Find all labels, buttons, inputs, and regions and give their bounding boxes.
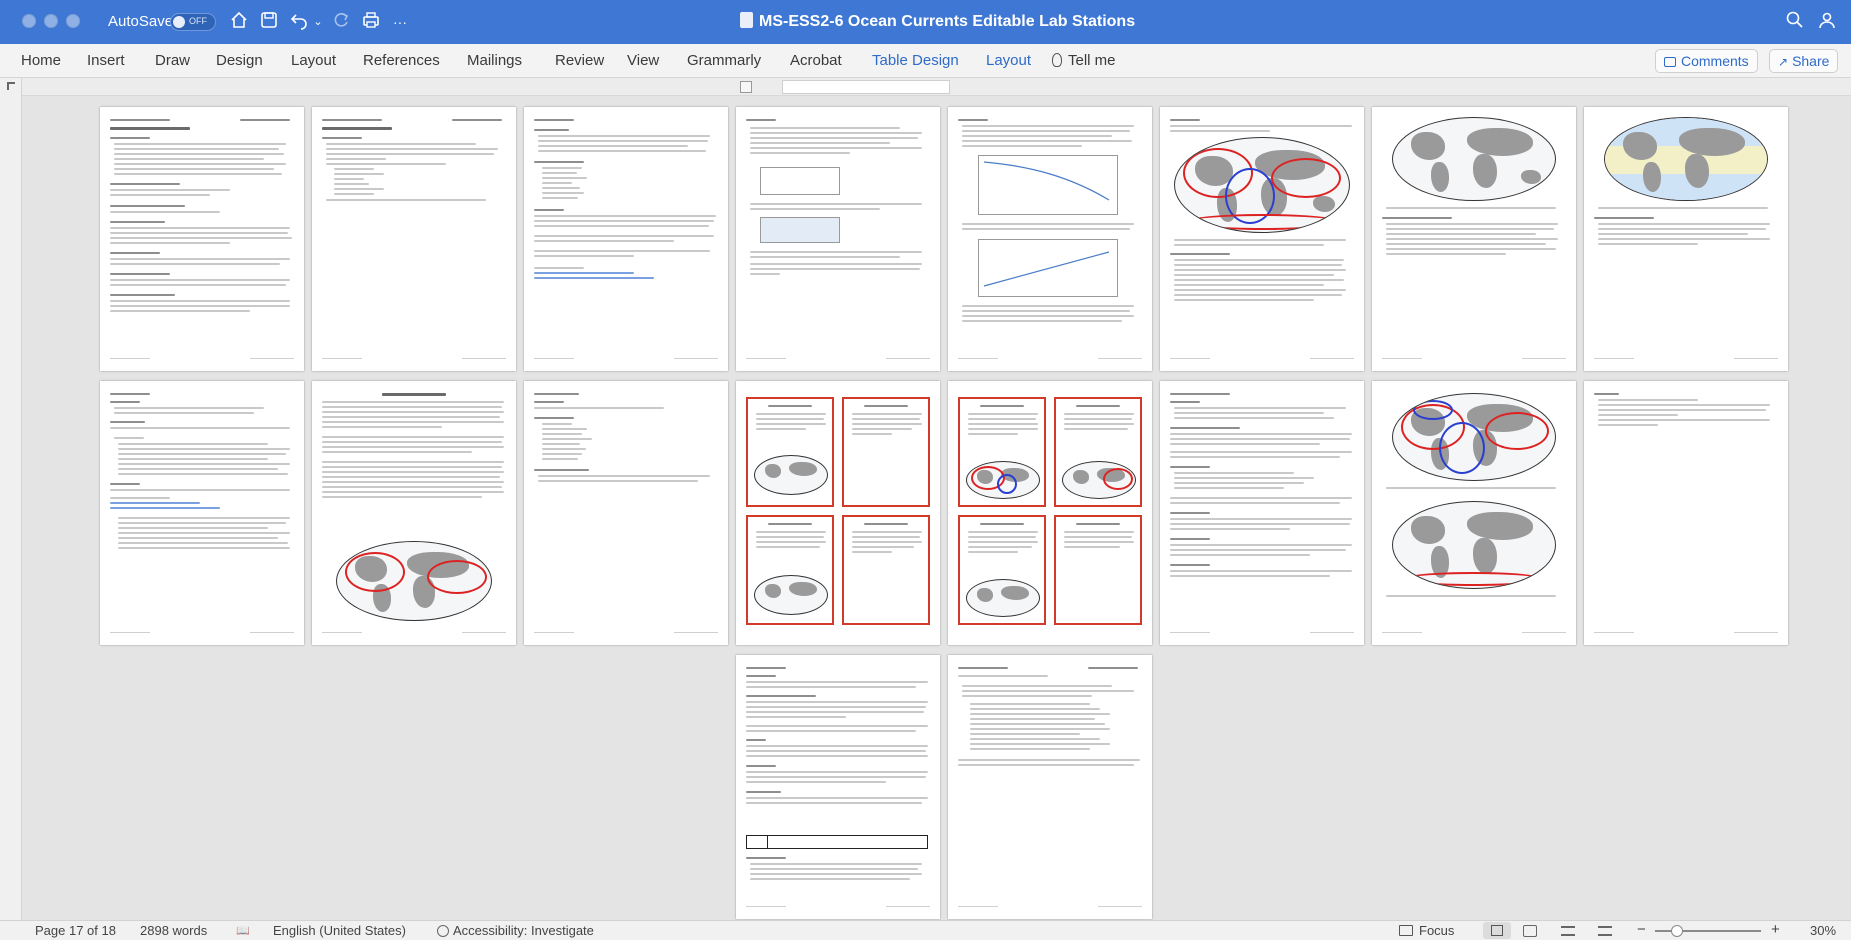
world-map xyxy=(1392,501,1556,589)
horizontal-ruler[interactable] xyxy=(782,80,950,94)
ocean-currents-map xyxy=(1174,137,1350,233)
tab-insert[interactable]: Insert xyxy=(87,52,125,69)
print-layout-view-button[interactable] xyxy=(1483,922,1511,939)
page-thumbnail-16[interactable] xyxy=(1584,381,1788,645)
zoom-out-button[interactable]: − xyxy=(1637,921,1646,938)
comment-icon xyxy=(1664,57,1676,67)
tell-me-label: Tell me xyxy=(1068,52,1116,69)
home-icon[interactable] xyxy=(228,10,250,34)
document-icon xyxy=(740,12,753,28)
accessibility-label: Accessibility: Investigate xyxy=(453,923,594,938)
page-thumbnail-13-station-cards[interactable] xyxy=(948,381,1152,645)
comments-label: Comments xyxy=(1681,53,1749,69)
save-icon[interactable] xyxy=(258,10,280,34)
focus-label: Focus xyxy=(1419,923,1455,938)
ocean-currents-map xyxy=(1392,393,1556,481)
world-map xyxy=(1392,117,1556,201)
tab-review[interactable]: Review xyxy=(555,52,604,69)
page-thumbnail-5[interactable] xyxy=(948,107,1152,371)
share-label: Share xyxy=(1792,53,1830,69)
page-thumbnail-7[interactable] xyxy=(1372,107,1576,371)
outline-view-icon[interactable] xyxy=(1561,926,1575,936)
page-thumbnail-2[interactable] xyxy=(312,107,516,371)
tab-table-layout[interactable]: Layout xyxy=(986,52,1031,69)
page-thumbnail-9[interactable] xyxy=(100,381,304,645)
zoom-level[interactable]: 30% xyxy=(1810,923,1836,938)
comments-button[interactable]: Comments xyxy=(1655,49,1758,73)
ocean-currents-map xyxy=(336,541,492,621)
chevron-down-icon[interactable]: ⌄ xyxy=(312,10,324,34)
page-thumbnail-3[interactable] xyxy=(524,107,728,371)
tab-design[interactable]: Design xyxy=(216,52,263,69)
page-thumbnail-18[interactable] xyxy=(948,655,1152,919)
tab-selector-icon[interactable] xyxy=(7,82,15,90)
document-title-text: MS-ESS2-6 Ocean Currents Editable Lab St… xyxy=(759,13,1136,30)
zoom-slider[interactable] xyxy=(1655,925,1761,937)
page-thumbnail-12-station-cards[interactable] xyxy=(736,381,940,645)
status-bar: Page 17 of 18 2898 words 📖 English (Unit… xyxy=(0,920,1851,940)
toggle-knob xyxy=(173,16,185,28)
minimize-window-button[interactable] xyxy=(44,14,58,28)
draft-view-icon[interactable] xyxy=(1598,926,1612,936)
print-icon[interactable] xyxy=(360,10,382,34)
tab-draw[interactable]: Draw xyxy=(155,52,190,69)
more-icon[interactable]: ··· xyxy=(390,10,410,34)
accessibility-icon xyxy=(437,925,449,937)
page-thumbnail-11[interactable] xyxy=(524,381,728,645)
tell-me-search[interactable]: Tell me xyxy=(1052,52,1116,69)
page-thumbnail-4[interactable] xyxy=(736,107,940,371)
page-count[interactable]: Page 17 of 18 xyxy=(35,923,116,938)
horizontal-ruler-strip xyxy=(22,78,1851,96)
tab-grammarly[interactable]: Grammarly xyxy=(687,52,761,69)
proofing-icon[interactable]: 📖 xyxy=(236,924,250,937)
account-icon[interactable] xyxy=(1816,10,1838,34)
page-thumbnail-15[interactable] xyxy=(1372,381,1576,645)
page-thumbnail-1[interactable] xyxy=(100,107,304,371)
document-canvas[interactable] xyxy=(22,96,1851,920)
page-thumbnail-6[interactable] xyxy=(1160,107,1364,371)
world-map-temperature xyxy=(1604,117,1768,201)
accessibility-status[interactable]: Accessibility: Investigate xyxy=(437,923,594,938)
vertical-ruler xyxy=(0,78,22,920)
page-thumbnail-14[interactable] xyxy=(1160,381,1364,645)
zoom-in-button[interactable]: + xyxy=(1771,921,1780,938)
word-count[interactable]: 2898 words xyxy=(140,923,207,938)
page-thumbnail-10[interactable] xyxy=(312,381,516,645)
tab-home[interactable]: Home xyxy=(21,52,61,69)
close-window-button[interactable] xyxy=(22,14,36,28)
autosave-label: AutoSave xyxy=(108,13,174,30)
zoom-slider-thumb[interactable] xyxy=(1671,925,1683,937)
tab-references[interactable]: References xyxy=(363,52,440,69)
title-bar: AutoSave OFF ⌄ ··· MS-ESS2-6 Ocean Curre… xyxy=(0,0,1851,44)
search-icon[interactable] xyxy=(1784,10,1806,34)
redo-icon[interactable] xyxy=(330,10,352,34)
focus-mode-button[interactable]: Focus xyxy=(1399,923,1454,938)
lightbulb-icon xyxy=(1052,53,1062,67)
autosave-toggle[interactable]: OFF xyxy=(170,13,216,31)
language-indicator[interactable]: English (United States) xyxy=(273,923,406,938)
share-icon: ↗ xyxy=(1778,55,1789,69)
web-layout-icon[interactable] xyxy=(1523,925,1537,937)
ribbon-tabs: Home Insert Draw Design Layout Reference… xyxy=(0,44,1851,78)
tab-mailings[interactable]: Mailings xyxy=(467,52,522,69)
share-button[interactable]: ↗ Share xyxy=(1769,49,1839,73)
document-title: MS-ESS2-6 Ocean Currents Editable Lab St… xyxy=(740,12,1135,31)
zoom-window-button[interactable] xyxy=(66,14,80,28)
page-thumbnail-8[interactable] xyxy=(1584,107,1788,371)
tab-table-design[interactable]: Table Design xyxy=(872,52,959,69)
focus-icon xyxy=(1399,925,1413,936)
autosave-state: OFF xyxy=(189,16,207,26)
table-move-handle-icon[interactable] xyxy=(740,81,752,93)
table-cell[interactable] xyxy=(746,835,928,849)
undo-icon[interactable] xyxy=(288,10,310,34)
print-layout-icon xyxy=(1491,925,1503,936)
tab-layout[interactable]: Layout xyxy=(291,52,336,69)
tab-acrobat[interactable]: Acrobat xyxy=(790,52,842,69)
page-thumbnail-17[interactable] xyxy=(736,655,940,919)
tab-view[interactable]: View xyxy=(627,52,659,69)
